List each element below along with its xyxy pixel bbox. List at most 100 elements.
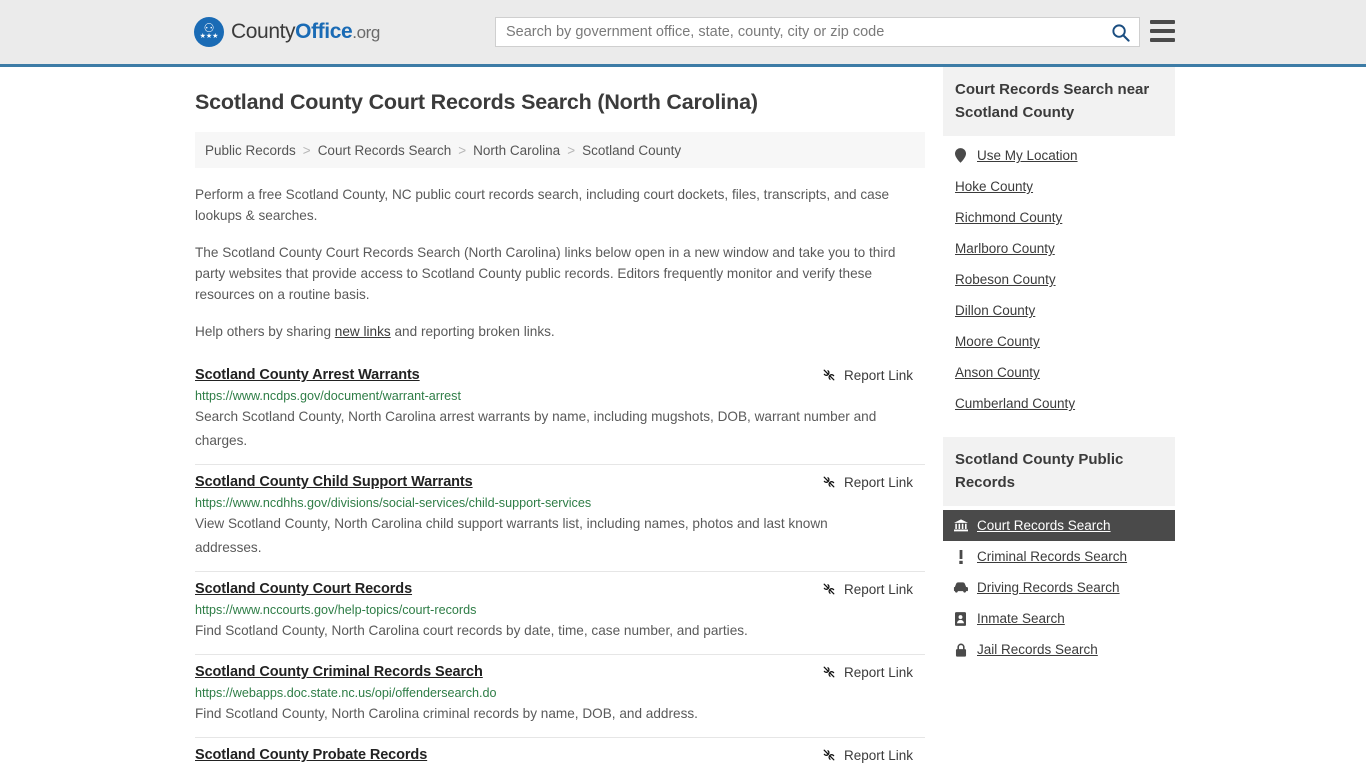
breadcrumb-separator: >: [458, 142, 467, 158]
sidebar-item-court-records-search[interactable]: Court Records Search: [943, 510, 1175, 541]
nearby-county-list: Use My Location Hoke County Richmond Cou…: [943, 136, 1175, 419]
sidebar-item-label: Use My Location: [977, 148, 1078, 163]
sidebar-item-label: Driving Records Search: [977, 580, 1120, 595]
breadcrumb: Public Records > Court Records Search > …: [195, 132, 925, 168]
site-header: ⚇ ★★★ CountyOffice.org: [0, 0, 1366, 67]
result-title-link[interactable]: Scotland County Probate Records: [195, 747, 427, 763]
sidebar-item-richmond-county[interactable]: Richmond County: [943, 202, 1175, 233]
logo-text-org: .org: [352, 23, 380, 42]
result-description: Find Scotland County, North Carolina cou…: [195, 623, 748, 638]
hamburger-bar: [1150, 38, 1175, 42]
result-item: Scotland County Probate Records Report L…: [195, 738, 925, 768]
report-link-button[interactable]: Report Link: [821, 664, 925, 680]
result-description: View Scotland County, North Carolina chi…: [195, 516, 828, 555]
logo-text-county: County: [231, 20, 296, 43]
result-url: https://webapps.doc.state.nc.us/opi/offe…: [195, 686, 497, 700]
sidebar-item-label: Court Records Search: [977, 518, 1111, 533]
intro-p3-after: and reporting broken links.: [390, 324, 555, 339]
results-list: Scotland County Arrest Warrants Report L…: [195, 363, 925, 768]
page-title: Scotland County Court Records Search (No…: [195, 90, 758, 114]
sidebar-item-label: Moore County: [955, 334, 1040, 349]
page-body: Scotland County Court Records Search (No…: [0, 67, 1366, 768]
courthouse-icon: [953, 519, 968, 532]
result-url: https://www.ncdps.gov/document/warrant-a…: [195, 389, 461, 403]
sidebar-item-label: Robeson County: [955, 272, 1056, 287]
search-input[interactable]: [496, 18, 1101, 46]
sidebar-item-criminal-records-search[interactable]: Criminal Records Search: [943, 541, 1175, 572]
sidebar-item-use-my-location[interactable]: Use My Location: [943, 140, 1175, 171]
result-title-link[interactable]: Scotland County Arrest Warrants: [195, 367, 420, 383]
broken-link-icon: [823, 369, 835, 381]
broken-link-icon: [823, 476, 835, 488]
search-bar[interactable]: [495, 17, 1140, 47]
breadcrumb-item-scotland-county[interactable]: Scotland County: [582, 143, 681, 158]
sidebar-item-moore-county[interactable]: Moore County: [943, 326, 1175, 357]
logo-text-office: Office: [295, 20, 353, 43]
logo-wordmark: CountyOffice.org: [231, 20, 380, 44]
sidebar-item-robeson-county[interactable]: Robeson County: [943, 264, 1175, 295]
sidebar-item-driving-records-search[interactable]: Driving Records Search: [943, 572, 1175, 603]
hamburger-bar: [1150, 29, 1175, 33]
id-badge-icon: [953, 611, 968, 626]
sidebar-item-label: Inmate Search: [977, 611, 1065, 626]
sidebar-item-marlboro-county[interactable]: Marlboro County: [943, 233, 1175, 264]
car-icon: [953, 582, 968, 593]
hamburger-bar: [1150, 20, 1175, 24]
sidebar-item-label: Hoke County: [955, 179, 1034, 194]
intro-p3-before: Help others by sharing: [195, 324, 335, 339]
sidebar-item-dillon-county[interactable]: Dillon County: [943, 295, 1175, 326]
result-description: Find Scotland County, North Carolina cri…: [195, 706, 698, 721]
exclamation-icon: [953, 549, 968, 564]
report-link-label: Report Link: [843, 581, 913, 597]
sidebar-item-inmate-search[interactable]: Inmate Search: [943, 603, 1175, 634]
nearby-search-box: Court Records Search near Scotland Count…: [943, 67, 1175, 419]
report-link-button[interactable]: Report Link: [821, 581, 925, 597]
public-records-heading: Scotland County Public Records: [943, 437, 1175, 506]
intro-paragraph-3: Help others by sharing new links and rep…: [195, 321, 925, 342]
intro-text: Perform a free Scotland County, NC publi…: [195, 184, 925, 342]
stars-glyph: ★★★: [199, 32, 219, 40]
search-icon: [1111, 23, 1130, 42]
breadcrumb-item-public-records[interactable]: Public Records: [205, 143, 296, 158]
report-link-button[interactable]: Report Link: [821, 474, 925, 490]
sidebar-item-hoke-county[interactable]: Hoke County: [943, 171, 1175, 202]
sidebar-item-label: Dillon County: [955, 303, 1036, 318]
hamburger-menu-button[interactable]: [1150, 20, 1175, 42]
sidebar-item-label: Marlboro County: [955, 241, 1055, 256]
broken-link-icon: [823, 583, 835, 595]
result-item: Scotland County Criminal Records Search …: [195, 655, 925, 738]
sidebar-item-label: Criminal Records Search: [977, 549, 1128, 564]
public-records-box: Scotland County Public Records Court Rec…: [943, 437, 1175, 665]
breadcrumb-item-court-records-search[interactable]: Court Records Search: [318, 143, 452, 158]
search-button[interactable]: [1101, 18, 1139, 46]
report-link-label: Report Link: [843, 664, 913, 680]
sidebar-item-jail-records-search[interactable]: Jail Records Search: [943, 634, 1175, 665]
sidebar-item-anson-county[interactable]: Anson County: [943, 357, 1175, 388]
breadcrumb-item-north-carolina[interactable]: North Carolina: [473, 143, 560, 158]
result-description: Search Scotland County, North Carolina a…: [195, 409, 877, 448]
report-link-button[interactable]: Report Link: [821, 367, 925, 383]
result-title-link[interactable]: Scotland County Child Support Warrants: [195, 474, 473, 490]
result-item: Scotland County Arrest Warrants Report L…: [195, 363, 925, 465]
padlock-icon: [953, 643, 968, 657]
nearby-search-heading: Court Records Search near Scotland Count…: [943, 67, 1175, 136]
sidebar-item-label: Cumberland County: [955, 396, 1076, 411]
intro-paragraph-2: The Scotland County Court Records Search…: [195, 245, 896, 302]
sidebar-item-label: Richmond County: [955, 210, 1063, 225]
result-title-link[interactable]: Scotland County Criminal Records Search: [195, 664, 483, 680]
result-item: Scotland County Child Support Warrants R…: [195, 465, 925, 572]
intro-paragraph-1: Perform a free Scotland County, NC publi…: [195, 187, 890, 223]
broken-link-icon: [823, 749, 835, 761]
site-logo[interactable]: ⚇ ★★★ CountyOffice.org: [194, 17, 380, 47]
report-link-label: Report Link: [843, 474, 913, 490]
sidebar-item-cumberland-county[interactable]: Cumberland County: [943, 388, 1175, 419]
result-title-link[interactable]: Scotland County Court Records: [195, 581, 412, 597]
main-content: Scotland County Court Records Search (No…: [195, 67, 925, 768]
countyoffice-emblem-icon: ⚇ ★★★: [194, 17, 224, 47]
report-link-button[interactable]: Report Link: [821, 747, 925, 763]
breadcrumb-separator: >: [567, 142, 576, 158]
broken-link-icon: [823, 666, 835, 678]
new-links-link[interactable]: new links: [335, 324, 391, 339]
report-link-label: Report Link: [843, 747, 913, 763]
public-records-list: Court Records Search Criminal Records Se…: [943, 506, 1175, 665]
